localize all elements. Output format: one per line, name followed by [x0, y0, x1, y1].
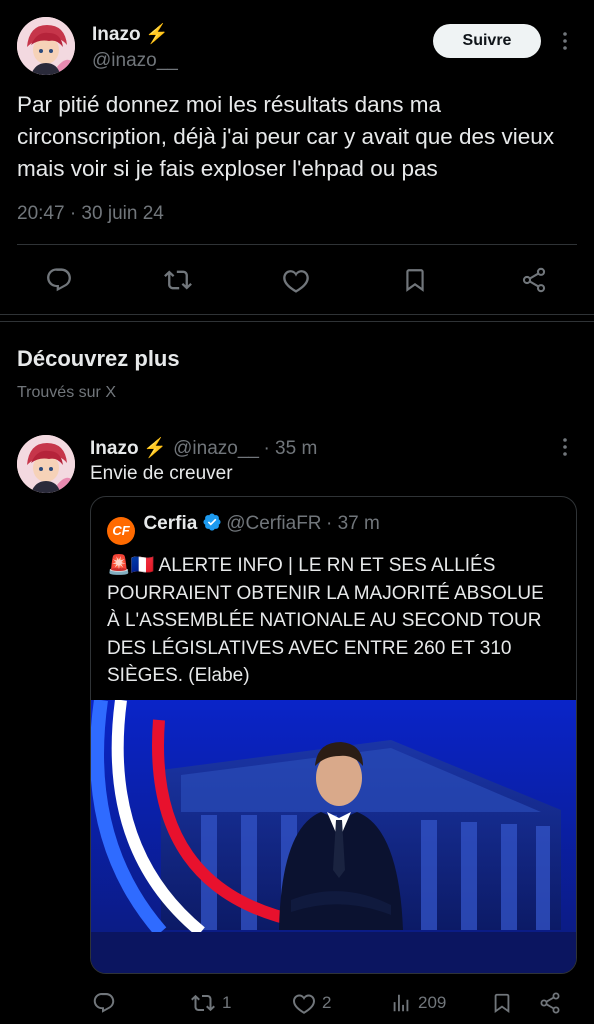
- tweet-text: Par pitié donnez moi les résultats dans …: [17, 92, 555, 181]
- share-icon[interactable]: [520, 266, 548, 294]
- reply-button[interactable]: [92, 991, 116, 1015]
- author-name[interactable]: Inazo: [92, 24, 141, 45]
- verified-badge-icon: [202, 512, 222, 532]
- cerfia-logo: CF: [107, 517, 135, 545]
- more-options-icon[interactable]: [558, 32, 572, 50]
- repost-icon[interactable]: [163, 266, 193, 294]
- bookmark-icon[interactable]: [402, 265, 428, 295]
- repost-icon: [191, 994, 215, 1012]
- quote-text: 🚨🇫🇷 ALERTE INFO | LE RN ET SES ALLIÉS PO…: [107, 555, 544, 686]
- repost-count: 1: [222, 993, 232, 1012]
- author-handle[interactable]: @inazo__: [173, 438, 259, 459]
- views-chart-icon: [393, 994, 409, 1012]
- divider: [17, 244, 577, 245]
- author-name[interactable]: Inazo: [90, 438, 139, 459]
- tweet-text: Envie de creuver: [90, 463, 233, 484]
- quote-author-handle: @CerfiaFR: [226, 513, 322, 534]
- reply-icon: [93, 993, 115, 1013]
- views-count: 209: [418, 993, 447, 1012]
- share-icon[interactable]: [538, 991, 562, 1015]
- section-divider: [0, 314, 594, 315]
- more-options-icon[interactable]: [558, 438, 572, 456]
- quote-time: · 37 m: [325, 513, 380, 534]
- repost-button[interactable]: 1: [190, 991, 231, 1015]
- views-button[interactable]: 209: [390, 991, 446, 1015]
- lightning-icon: ⚡: [143, 438, 167, 459]
- avatar[interactable]: [17, 435, 75, 493]
- quoted-tweet-card[interactable]: CF Cerfia @CerfiaFR · 37 m 🚨🇫🇷 ALERTE IN…: [90, 496, 577, 974]
- author-handle[interactable]: @inazo__: [92, 50, 178, 72]
- lightning-icon: ⚡: [145, 24, 169, 45]
- bookmark-icon[interactable]: [491, 990, 513, 1016]
- like-count: 2: [322, 993, 332, 1012]
- like-icon: [293, 994, 315, 1014]
- avatar[interactable]: [17, 17, 75, 75]
- follow-button[interactable]: Suivre: [433, 24, 541, 58]
- quote-media-image[interactable]: [91, 700, 576, 973]
- reply-icon[interactable]: [45, 266, 73, 294]
- discover-subtitle: Trouvés sur X: [17, 384, 116, 401]
- like-button[interactable]: 2: [292, 991, 331, 1015]
- quote-author-name: Cerfia: [143, 513, 198, 534]
- discover-title: Découvrez plus: [17, 346, 180, 371]
- section-divider: [0, 321, 594, 322]
- tweet-timestamp[interactable]: 20:47 · 30 juin 24: [17, 203, 164, 225]
- tweet-time[interactable]: · 35 m: [263, 438, 317, 459]
- like-icon[interactable]: [282, 266, 310, 294]
